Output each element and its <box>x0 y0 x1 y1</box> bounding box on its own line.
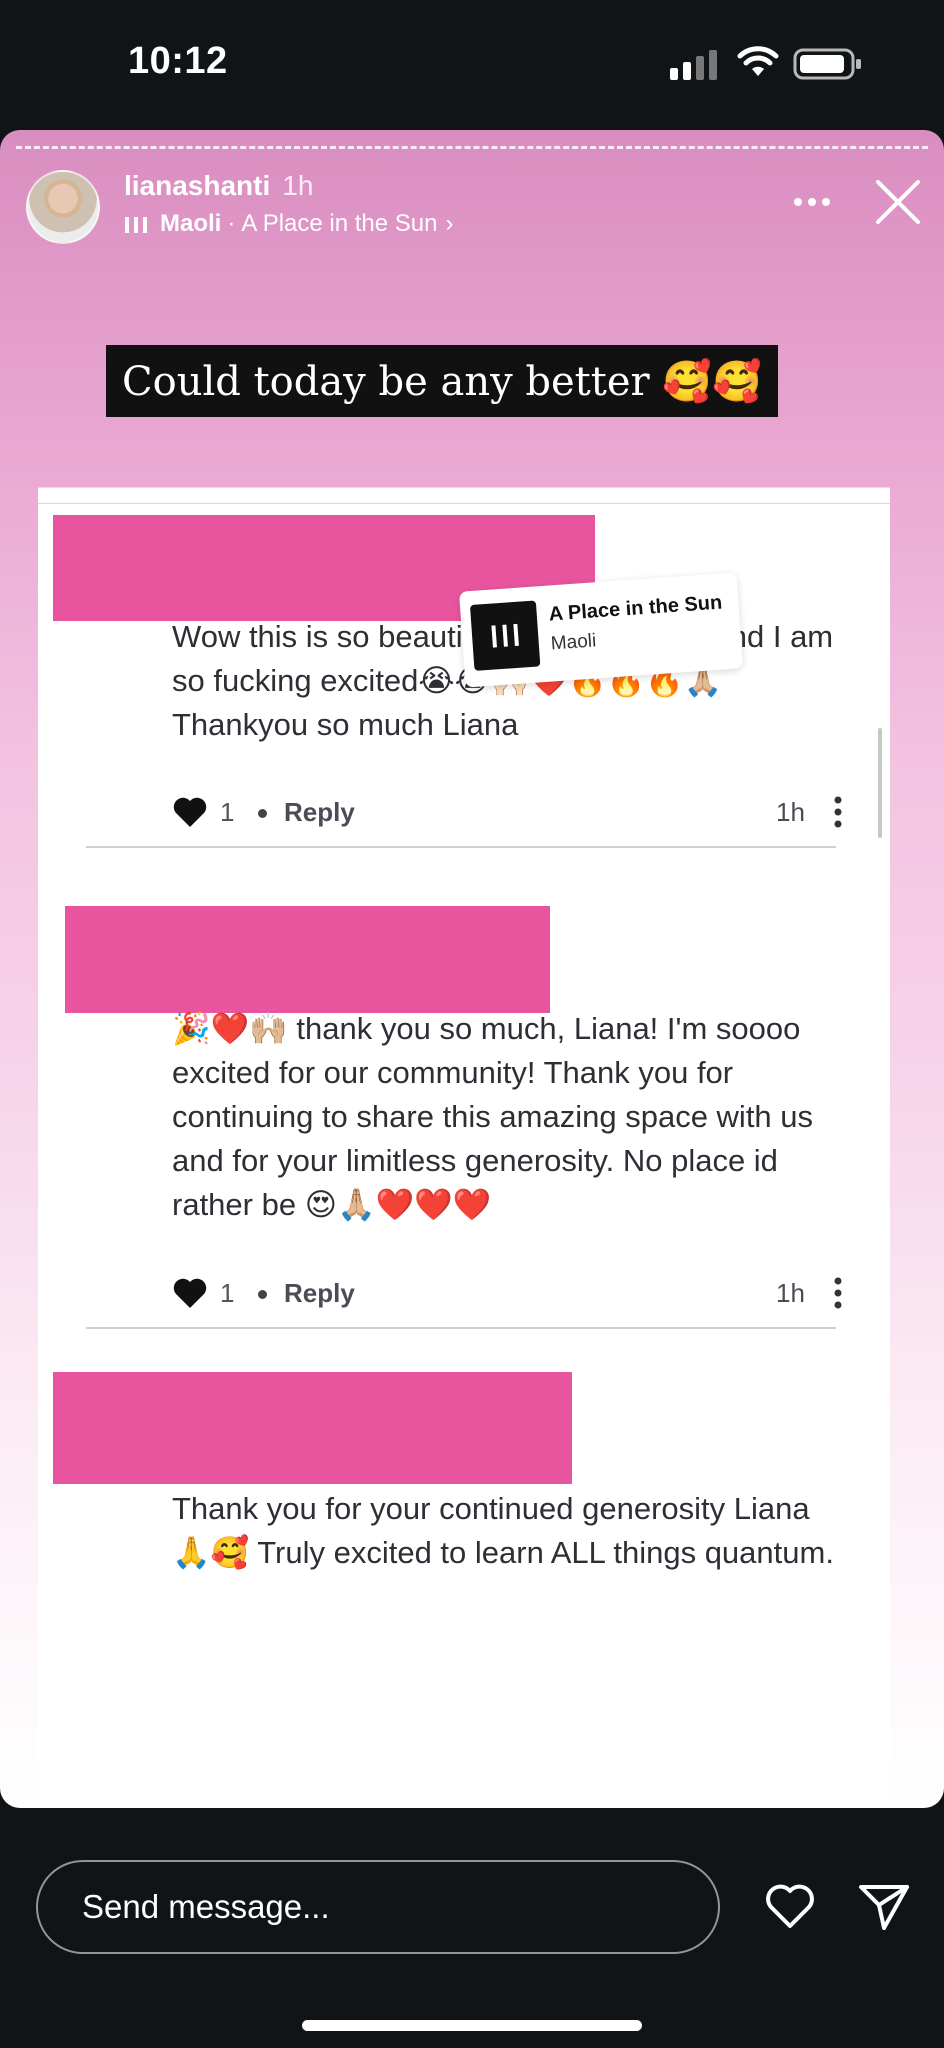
story-header[interactable]: lianashanti 1h <box>124 170 313 202</box>
home-indicator <box>302 2020 642 2031</box>
kebab-menu-icon[interactable] <box>832 1276 844 1310</box>
story-progress-bar <box>16 146 928 149</box>
music-bars-icon <box>125 217 147 233</box>
reply-button[interactable]: Reply <box>284 1278 355 1309</box>
comment-text: 🎉❤️🙌🏼 thank you so much, Liana! I'm sooo… <box>172 1011 814 1222</box>
divider <box>86 846 836 848</box>
comment-time: 1h <box>776 1278 805 1308</box>
music-artist: Maoli <box>160 210 222 237</box>
scrollbar <box>878 728 882 838</box>
album-art-icon <box>491 623 519 648</box>
comment-actions: 1 Reply 1h <box>172 793 862 833</box>
album-art <box>469 600 541 671</box>
avatar[interactable] <box>26 170 100 244</box>
sticker-artist: Maoli <box>550 630 597 655</box>
like-heart-icon[interactable] <box>172 795 208 829</box>
music-attribution[interactable]: Maoli · A Place in the Sun › <box>124 210 453 238</box>
bottom-bar <box>0 1808 944 2048</box>
sticker-song-title: A Place in the Sun <box>548 591 723 626</box>
music-song: A Place in the Sun <box>241 210 438 237</box>
music-separator: · <box>227 210 236 237</box>
reply-button[interactable]: Reply <box>284 797 355 828</box>
battery-icon <box>793 48 861 80</box>
like-count: 1 <box>220 1278 235 1308</box>
divider <box>86 1327 836 1329</box>
comments-screenshot: Wow this is so beautiful and expansive a… <box>38 487 890 1806</box>
signal-icon <box>670 50 717 80</box>
kebab-menu-icon[interactable] <box>832 795 844 829</box>
like-heart-icon[interactable] <box>172 1276 208 1310</box>
comment-time: 1h <box>776 797 805 827</box>
bullet <box>258 1290 267 1299</box>
story-card[interactable]: lianashanti 1h Maoli · A Place in the Sun… <box>0 130 944 1808</box>
wifi-icon <box>737 46 779 76</box>
comment-actions: 1 Reply 1h <box>172 1274 862 1314</box>
divider <box>38 503 890 504</box>
send-icon[interactable] <box>856 1878 912 1934</box>
story-caption: Could today be any better 🥰🥰 <box>106 345 778 417</box>
bullet <box>258 809 267 818</box>
comment-text: Thank you for your continued generosity … <box>172 1491 834 1570</box>
chevron-right-icon: › <box>445 210 454 237</box>
posted-time: 1h <box>282 170 314 201</box>
music-sticker[interactable]: A Place in the Sun Maoli <box>458 572 744 688</box>
status-bar: 10:12 <box>0 0 944 130</box>
redacted-username <box>53 1372 572 1484</box>
heart-icon[interactable] <box>762 1878 818 1934</box>
close-icon[interactable] <box>872 176 924 228</box>
status-time: 10:12 <box>128 40 228 82</box>
like-count: 1 <box>220 797 235 827</box>
send-message-input[interactable] <box>36 1860 720 1954</box>
username[interactable]: lianashanti <box>124 170 270 201</box>
redacted-username <box>65 906 550 1013</box>
more-options-icon[interactable] <box>792 196 832 208</box>
